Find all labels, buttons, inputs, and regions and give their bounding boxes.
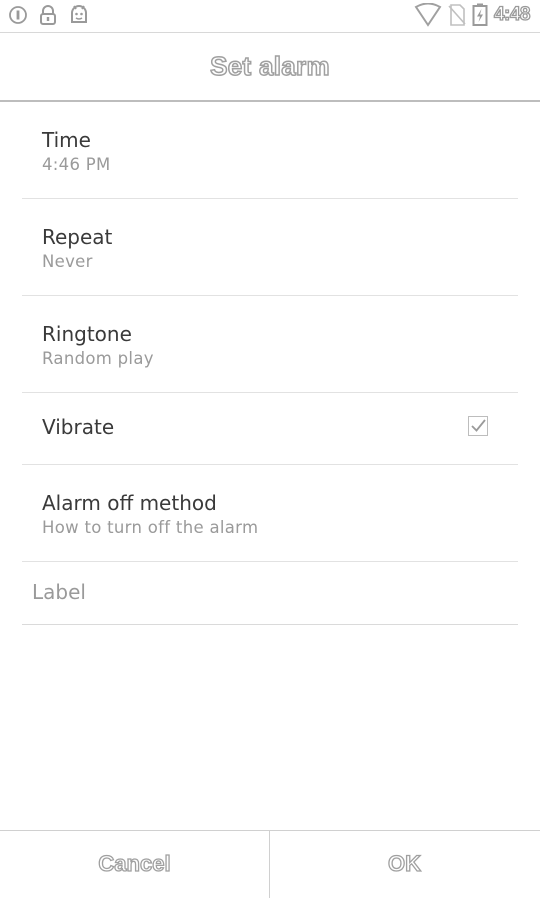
vibrate-checkbox[interactable] xyxy=(468,416,488,436)
title-bar: Set alarm xyxy=(0,33,540,102)
status-left-icons xyxy=(8,4,90,26)
status-bar: 4:48 xyxy=(0,0,540,33)
battery-charging-icon xyxy=(472,3,488,27)
setting-vibrate-label: Vibrate xyxy=(42,415,115,439)
setting-time-value: 4:46 PM xyxy=(42,155,111,174)
ok-button[interactable]: OK xyxy=(270,831,539,898)
setting-alarm-off-method[interactable]: Alarm off method How to turn off the ala… xyxy=(22,465,518,562)
setting-ringtone-value: Random play xyxy=(42,349,154,368)
no-sim-icon xyxy=(448,3,466,27)
status-time: 4:48 xyxy=(493,3,531,25)
page-title: Set alarm xyxy=(209,50,330,82)
bottom-action-bar: Cancel OK xyxy=(0,830,540,898)
checkmark-icon xyxy=(471,419,486,432)
setting-repeat-label: Repeat xyxy=(42,225,113,249)
setting-vibrate[interactable]: Vibrate xyxy=(22,393,518,465)
setting-alarm-off-label: Alarm off method xyxy=(42,491,217,515)
wifi-icon xyxy=(414,3,442,27)
cancel-button[interactable]: Cancel xyxy=(0,831,269,898)
setting-time[interactable]: Time 4:46 PM xyxy=(22,102,518,199)
alarm-settings-list: Time 4:46 PM Repeat Never Ringtone Rando… xyxy=(22,102,518,562)
setting-time-label: Time xyxy=(42,128,91,152)
label-input[interactable] xyxy=(22,562,512,622)
setting-repeat[interactable]: Repeat Never xyxy=(22,199,518,296)
lock-icon xyxy=(38,4,58,26)
setting-ringtone[interactable]: Ringtone Random play xyxy=(22,296,518,393)
label-field xyxy=(22,562,518,625)
status-right-icons: 4:48 xyxy=(414,3,531,27)
setting-alarm-off-value: How to turn off the alarm xyxy=(42,518,259,537)
android-icon xyxy=(68,4,90,26)
setting-ringtone-label: Ringtone xyxy=(42,322,132,346)
setting-repeat-value: Never xyxy=(42,252,93,271)
alarm-badge-icon xyxy=(8,5,28,25)
